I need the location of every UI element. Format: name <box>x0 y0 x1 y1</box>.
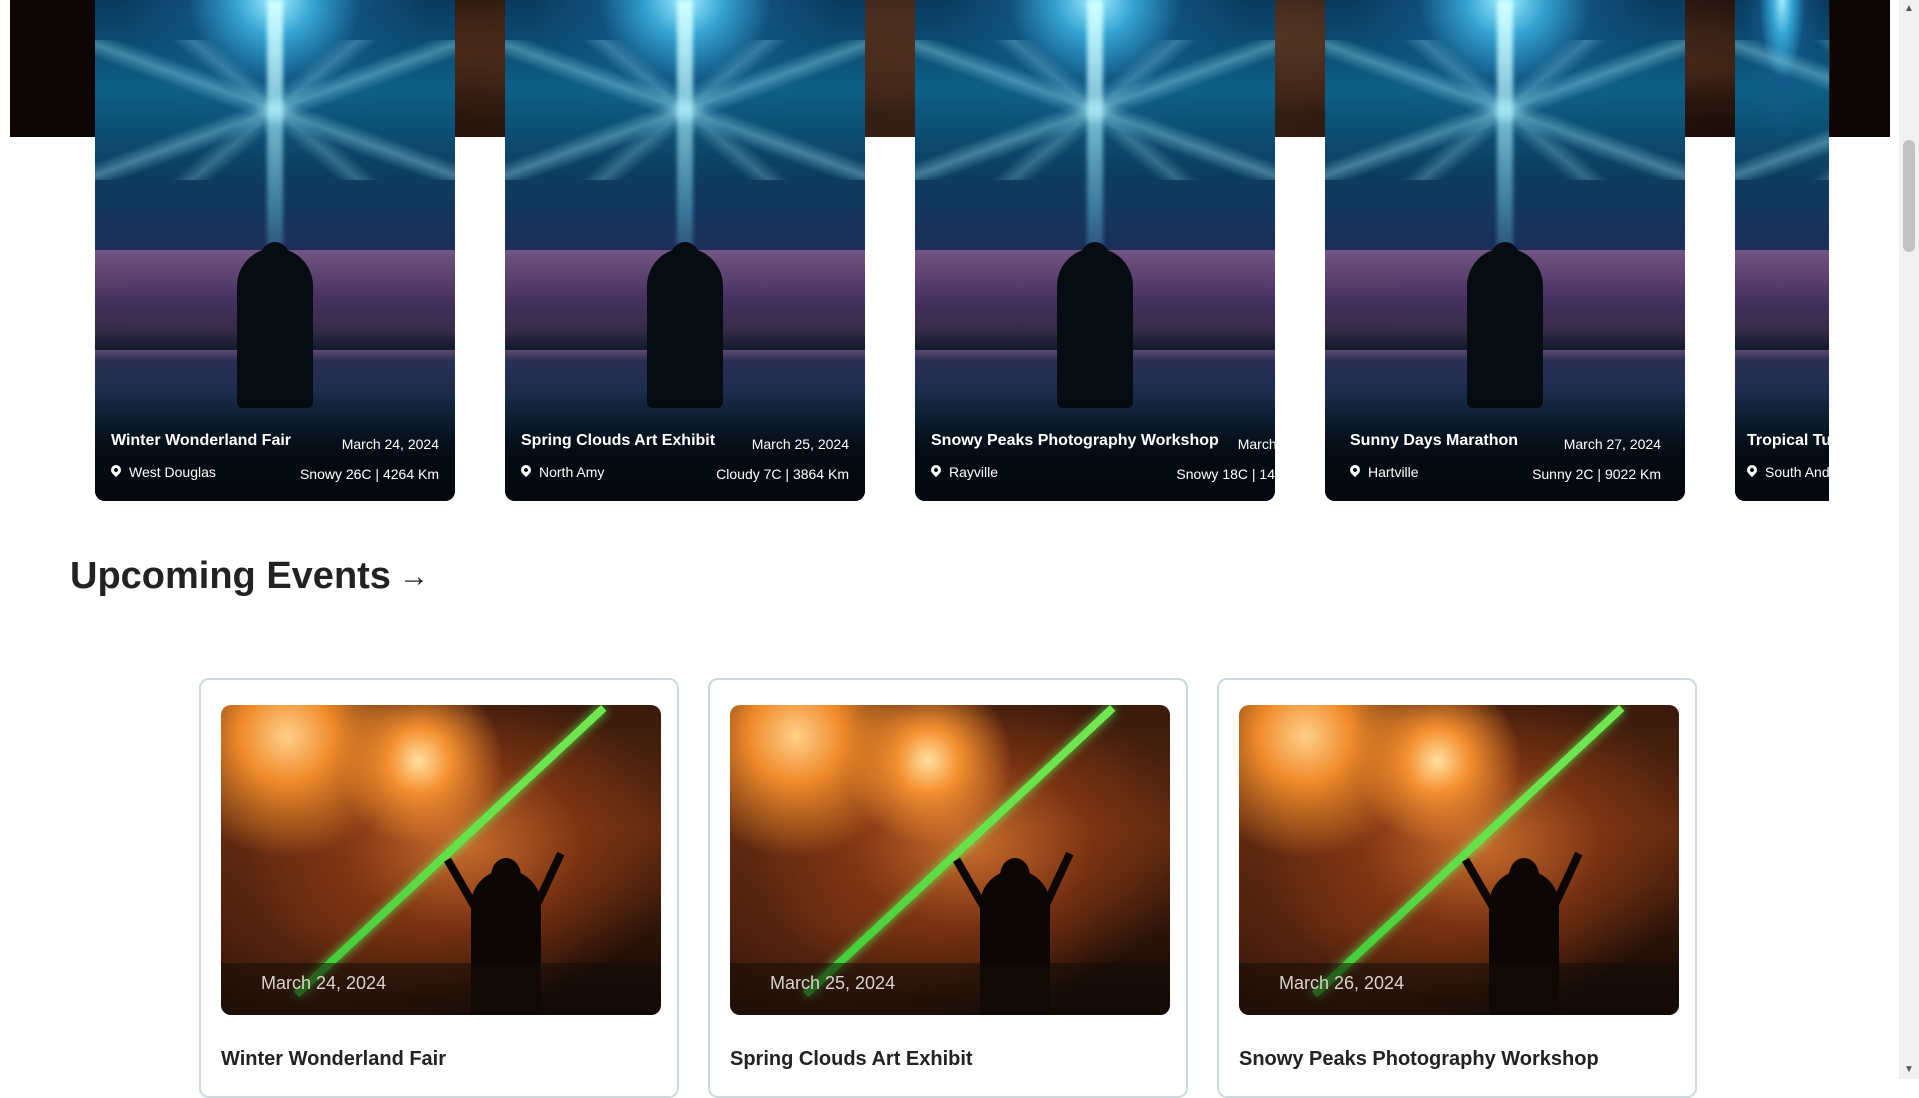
event-name[interactable]: Spring Clouds Art Exhibit <box>730 1048 973 1071</box>
scroll-down-arrow-icon[interactable]: ▼ <box>1899 1061 1919 1079</box>
section-title: Upcoming Events <box>70 555 391 597</box>
upcoming-events-heading[interactable]: Upcoming Events → <box>70 555 429 598</box>
featured-event-location: West Douglas <box>108 462 216 480</box>
featured-event-card[interactable]: Spring Clouds Art Exhibit March 25, 2024… <box>505 0 865 501</box>
featured-event-weather: Snowy 18C | 14 <box>1176 466 1275 482</box>
featured-event-weather: Cloudy 7C | 3864 Km <box>716 466 849 482</box>
featured-event-title: Sunny Days Marathon <box>1350 432 1519 449</box>
location-pin-icon <box>1347 462 1363 478</box>
featured-event-location: North Amy <box>518 462 604 480</box>
event-date: March 24, 2024 <box>261 973 387 993</box>
scroll-thumb[interactable] <box>1903 140 1915 252</box>
arrow-right-icon[interactable]: → <box>399 560 429 594</box>
featured-event-weather: Snowy 26C | 4264 Km <box>299 466 439 482</box>
featured-event-title: Winter Wonderland Fair <box>111 432 292 449</box>
scroll-up-arrow-icon[interactable]: ▲ <box>1899 0 1919 18</box>
location-pin-icon <box>1744 462 1760 478</box>
featured-event-date: March 27, 2024 <box>1563 436 1661 452</box>
featured-event-card[interactable]: Winter Wonderland Fair March 24, 2024 We… <box>95 0 455 501</box>
featured-event-title: Snowy Peaks Photography Workshop <box>931 432 1219 449</box>
featured-event-location: South And <box>1744 462 1829 480</box>
upcoming-event-card[interactable]: March 26, 2024 Snowy Peaks Photography W… <box>1217 678 1697 1098</box>
location-pin-icon <box>928 462 944 478</box>
featured-events-carousel: Winter Wonderland Fair March 24, 2024 We… <box>0 0 1829 510</box>
event-image: March 25, 2024 <box>730 705 1170 1015</box>
location-pin-icon <box>108 462 124 478</box>
featured-event-date: March 26, 2024 <box>1237 436 1275 452</box>
featured-event-location: Hartville <box>1347 462 1419 480</box>
event-date: March 26, 2024 <box>1279 973 1405 993</box>
featured-event-title: Tropical Tu <box>1747 432 1829 449</box>
event-image: March 24, 2024 <box>221 705 661 1015</box>
event-name[interactable]: Winter Wonderland Fair <box>221 1048 446 1071</box>
location-pin-icon <box>518 462 534 478</box>
featured-event-card[interactable]: Sunny Days Marathon March 27, 2024 Hartv… <box>1325 0 1685 501</box>
event-name[interactable]: Snowy Peaks Photography Workshop <box>1239 1048 1599 1071</box>
page-scrollbar[interactable]: ▲ ▼ <box>1899 0 1919 1079</box>
featured-event-card[interactable]: Snowy Peaks Photography Workshop March 2… <box>915 0 1275 501</box>
featured-event-date: March 25, 2024 <box>751 436 849 452</box>
upcoming-event-card[interactable]: March 25, 2024 Spring Clouds Art Exhibit <box>708 678 1188 1098</box>
event-image: March 26, 2024 <box>1239 705 1679 1015</box>
banner-edge-right <box>1830 0 1890 137</box>
featured-event-date: March 24, 2024 <box>341 436 439 452</box>
featured-event-location: Rayville <box>928 462 998 480</box>
featured-event-card[interactable]: Tropical Tu South And <box>1735 0 1829 501</box>
upcoming-event-card[interactable]: March 24, 2024 Winter Wonderland Fair <box>199 678 679 1098</box>
featured-event-title: Spring Clouds Art Exhibit <box>521 432 716 449</box>
featured-event-weather: Sunny 2C | 9022 Km <box>1532 466 1661 482</box>
event-date: March 25, 2024 <box>770 973 896 993</box>
